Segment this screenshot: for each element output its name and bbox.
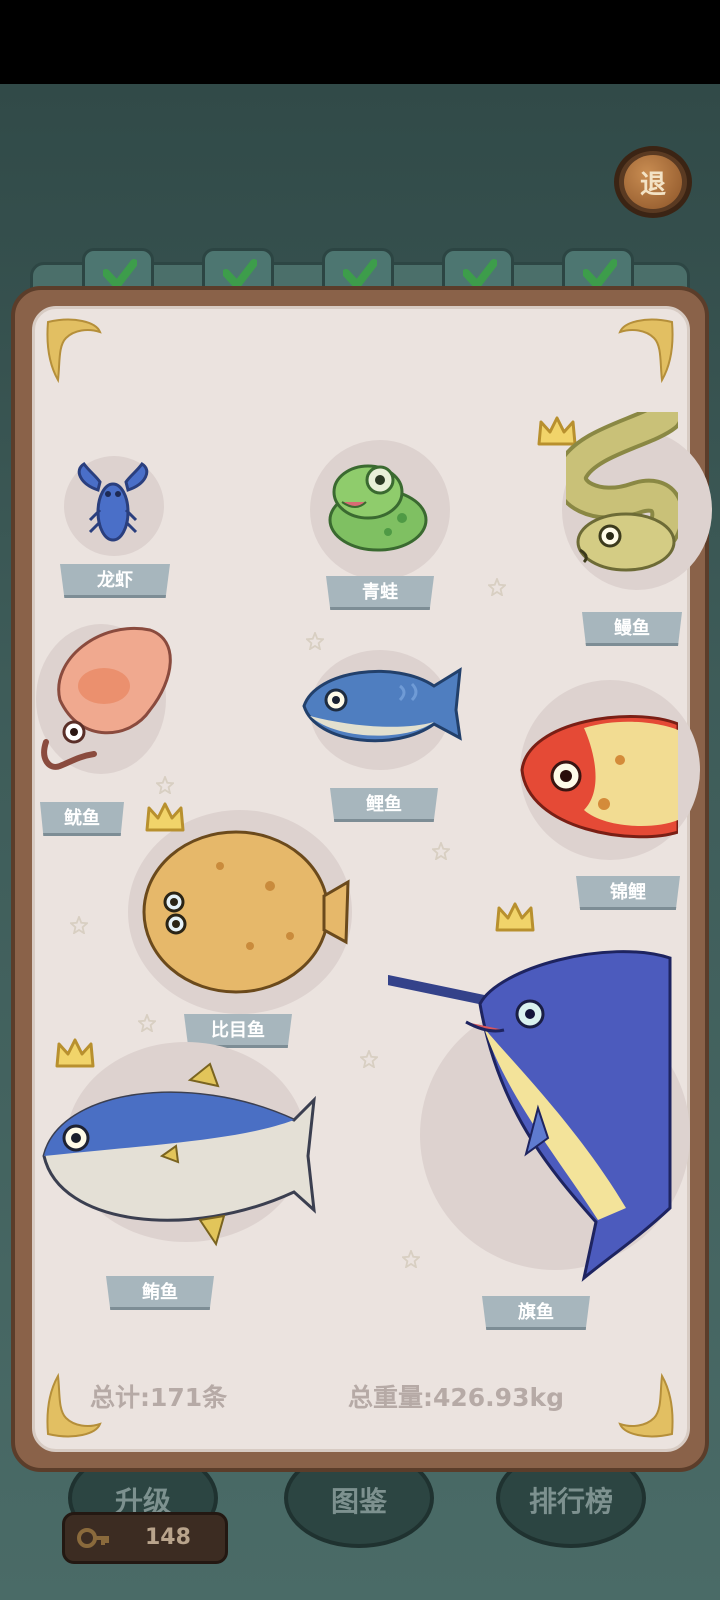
corner-ornament-icon xyxy=(618,318,674,384)
corner-ornament-icon xyxy=(46,318,102,384)
star-icon xyxy=(488,578,506,596)
star-icon xyxy=(306,632,324,650)
collection-label: 图鉴 xyxy=(330,1485,387,1518)
eel-icon[interactable] xyxy=(566,412,678,584)
marlin-label: 旗鱼 xyxy=(482,1296,590,1330)
tuna-label: 鲔鱼 xyxy=(106,1276,214,1310)
lobster-icon[interactable] xyxy=(70,460,156,548)
squid-label: 鱿鱼 xyxy=(40,802,124,836)
star-icon xyxy=(138,1014,156,1032)
frog-icon[interactable] xyxy=(322,458,434,554)
total-weight: 总重量:426.93kg xyxy=(348,1383,564,1412)
marlin-icon[interactable] xyxy=(388,938,680,1286)
flounder-icon[interactable] xyxy=(140,826,352,998)
koi-icon[interactable] xyxy=(514,700,678,850)
status-bar xyxy=(0,0,720,84)
squid-icon[interactable] xyxy=(40,620,176,782)
total-count: 总计:171条 xyxy=(90,1383,228,1412)
corner-ornament-icon xyxy=(618,1372,674,1438)
frog-label: 青蛙 xyxy=(326,576,434,610)
star-icon xyxy=(70,916,88,934)
star-icon xyxy=(432,842,450,860)
star-icon xyxy=(360,1050,378,1068)
key-counter: 148 xyxy=(62,1512,228,1564)
eel-label: 鳗鱼 xyxy=(582,612,682,646)
carp-icon[interactable] xyxy=(296,656,468,756)
carp-label: 鲤鱼 xyxy=(330,788,438,822)
exit-label: 退 xyxy=(624,155,682,209)
crown-icon xyxy=(495,902,535,932)
koi-label: 锦鲤 xyxy=(576,876,680,910)
exit-button[interactable]: 退 xyxy=(614,138,692,222)
leaderboard-label: 排行榜 xyxy=(528,1485,613,1518)
tuna-icon[interactable] xyxy=(40,1060,316,1248)
key-icon xyxy=(77,1528,109,1548)
key-count: 148 xyxy=(145,1525,191,1550)
lobster-label: 龙虾 xyxy=(60,564,170,598)
